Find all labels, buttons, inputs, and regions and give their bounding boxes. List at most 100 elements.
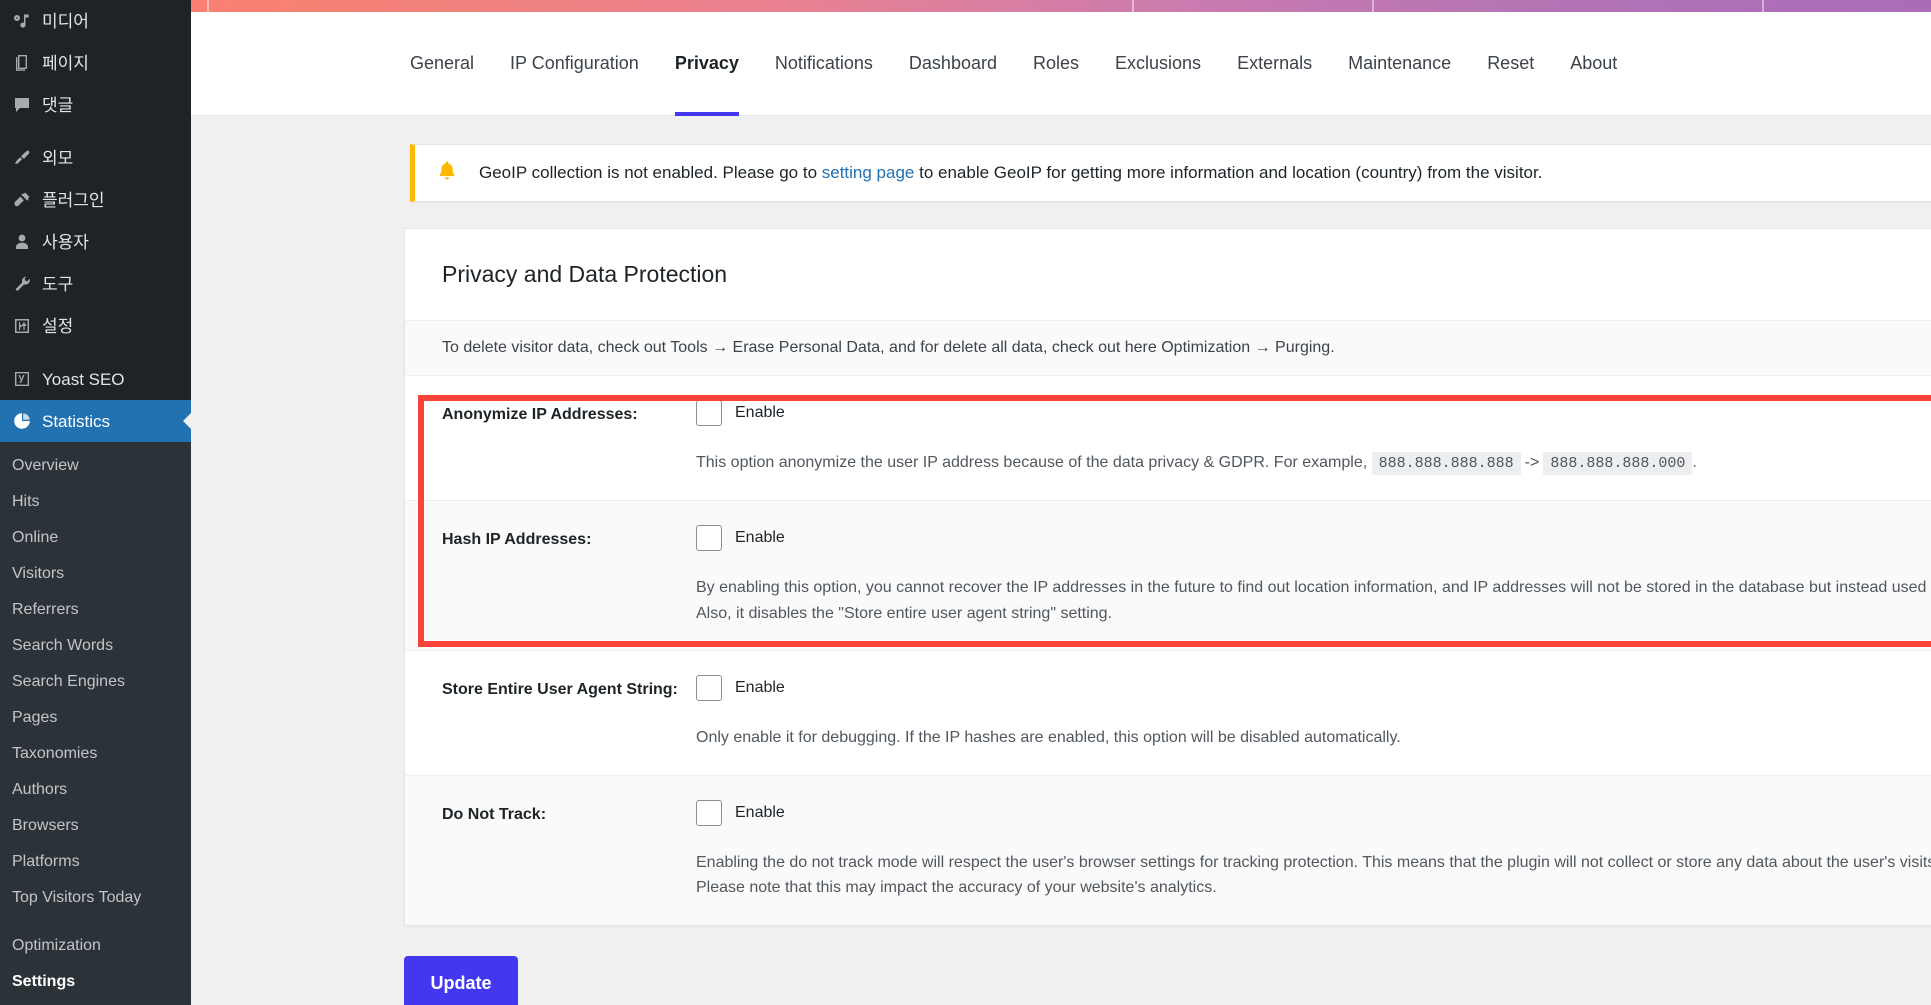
- setting-label: Hash IP Addresses:: [442, 531, 592, 548]
- sidebar-subitem-hits[interactable]: Hits: [0, 484, 191, 520]
- sidebar-subitem-top-visitors-today[interactable]: Top Visitors Today: [0, 880, 191, 916]
- settings-tabbar: General IP Configuration Privacy Notific…: [191, 12, 1931, 116]
- sidebar-item-label: 미디어: [42, 11, 89, 31]
- decorative-gradient-bar: [191, 0, 1931, 12]
- sidebar-item-settings[interactable]: 설정: [0, 305, 191, 347]
- sidebar-subitem-overview[interactable]: Overview: [0, 448, 191, 484]
- checkbox-line: Enable: [696, 398, 1931, 428]
- tab-externals[interactable]: Externals: [1237, 12, 1312, 116]
- example-ip-original: 888.888.888.888: [1371, 452, 1521, 475]
- tab-notifications[interactable]: Notifications: [775, 12, 873, 116]
- sidebar-subitem-browsers[interactable]: Browsers: [0, 808, 191, 844]
- setting-label: Store Entire User Agent String:: [442, 681, 678, 699]
- sidebar-item-statistics[interactable]: Statistics: [0, 400, 191, 442]
- sidebar-item-label: 설정: [42, 316, 74, 336]
- tab-ip-configuration[interactable]: IP Configuration: [510, 12, 639, 116]
- update-button[interactable]: Update: [404, 955, 518, 1005]
- setting-row-do-not-track: Do Not Track: Enable Enabling the do not…: [405, 775, 1931, 925]
- sidebar-subitem-referrers[interactable]: Referrers: [0, 592, 191, 628]
- setting-description: Only enable it for debugging. If the IP …: [696, 729, 1401, 747]
- tab-general[interactable]: General: [410, 12, 474, 116]
- notice-message: GeoIP collection is not enabled. Please …: [479, 163, 1542, 183]
- checkbox-line: Enable: [696, 673, 1931, 703]
- privacy-settings-panel: Privacy and Data Protection To delete vi…: [404, 228, 1931, 926]
- checkbox-label: Enable: [735, 679, 785, 697]
- sidebar-subitem-optimization[interactable]: Optimization: [0, 928, 191, 964]
- sidebar-subitem-pages[interactable]: Pages: [0, 700, 191, 736]
- sidebar-item-plugins[interactable]: 플러그인: [0, 179, 191, 221]
- tab-about[interactable]: About: [1570, 12, 1617, 116]
- example-arrow: ->: [1524, 454, 1540, 471]
- notice-text-before: GeoIP collection is not enabled. Please …: [479, 163, 822, 182]
- sidebar-item-label: 댓글: [42, 95, 74, 115]
- checkbox-line: Enable: [696, 523, 1931, 553]
- sidebar-subitem-search-engines[interactable]: Search Engines: [0, 664, 191, 700]
- tab-roles[interactable]: Roles: [1033, 12, 1079, 116]
- sidebar-item-tools[interactable]: 도구: [0, 263, 191, 305]
- plugins-icon: [12, 189, 42, 211]
- panel-note: To delete visitor data, check out Tools …: [405, 321, 1931, 376]
- checkbox-line: Enable: [696, 798, 1931, 828]
- gradient-divider: [207, 0, 209, 12]
- sidebar-item-label: 도구: [42, 274, 74, 294]
- sidebar-subitem-platforms[interactable]: Platforms: [0, 844, 191, 880]
- sidebar-item-media[interactable]: 미디어: [0, 0, 191, 42]
- tab-maintenance[interactable]: Maintenance: [1348, 12, 1451, 116]
- sidebar-subitem-settings[interactable]: Settings: [0, 964, 191, 1000]
- wordpress-admin-screen: 미디어 페이지 댓글 외모 플러그인 사용자 도구 설정 Yoast SEO S…: [0, 0, 1931, 1005]
- admin-sidebar: 미디어 페이지 댓글 외모 플러그인 사용자 도구 설정 Yoast SEO S…: [0, 0, 191, 1005]
- settings-icon: [12, 315, 42, 337]
- do-not-track-checkbox[interactable]: [696, 799, 722, 826]
- setting-description: This option anonymize the user IP addres…: [696, 450, 1931, 476]
- store-user-agent-checkbox[interactable]: [696, 675, 722, 702]
- desc-text-before: This option anonymize the user IP addres…: [696, 454, 1368, 471]
- update-area: Update: [191, 926, 1931, 1005]
- sidebar-divider: [0, 126, 191, 137]
- sidebar-subitem-authors[interactable]: Authors: [0, 772, 191, 808]
- tab-reset[interactable]: Reset: [1487, 12, 1534, 116]
- setting-body: Enable This option anonymize the user IP…: [696, 398, 1931, 476]
- sidebar-item-comments[interactable]: 댓글: [0, 84, 191, 126]
- sidebar-item-label: 플러그인: [42, 190, 105, 210]
- setting-body: Enable By enabling this option, you cann…: [696, 523, 1931, 626]
- submenu-divider: [0, 916, 191, 928]
- setting-label: Anonymize IP Addresses:: [442, 406, 638, 423]
- tab-privacy[interactable]: Privacy: [674, 12, 739, 116]
- checkbox-label: Enable: [735, 529, 785, 546]
- hash-ip-checkbox[interactable]: [696, 525, 722, 551]
- sidebar-subitem-search-words[interactable]: Search Words: [0, 628, 191, 664]
- setting-description: By enabling this option, you cannot reco…: [696, 579, 1931, 622]
- bell-icon: [437, 160, 457, 186]
- sidebar-item-label: 외모: [42, 148, 74, 168]
- sidebar-item-users[interactable]: 사용자: [0, 221, 191, 263]
- comments-icon: [12, 94, 42, 116]
- setting-description: Enabling the do not track mode will resp…: [696, 853, 1931, 897]
- sidebar-item-label: 페이지: [42, 53, 89, 73]
- setting-page-link[interactable]: setting page: [822, 163, 915, 182]
- appearance-icon: [12, 147, 42, 169]
- users-icon: [12, 231, 42, 253]
- panel-header: Privacy and Data Protection: [405, 229, 1931, 321]
- tab-exclusions[interactable]: Exclusions: [1115, 12, 1201, 116]
- anonymize-ip-checkbox[interactable]: [696, 400, 722, 426]
- sidebar-item-yoast-seo[interactable]: Yoast SEO: [0, 358, 191, 400]
- checkbox-label: Enable: [735, 404, 785, 421]
- tab-dashboard[interactable]: Dashboard: [909, 12, 997, 116]
- sidebar-subitem-visitors[interactable]: Visitors: [0, 556, 191, 592]
- sidebar-item-appearance[interactable]: 외모: [0, 137, 191, 179]
- statistics-submenu: Overview Hits Online Visitors Referrers …: [0, 442, 191, 1005]
- example-ip-anonymized: 888.888.888.000: [1543, 452, 1693, 475]
- sidebar-subitem-add-ons[interactable]: Add-Ons: [0, 1000, 191, 1005]
- sidebar-subitem-online[interactable]: Online: [0, 520, 191, 556]
- notice-area: GeoIP collection is not enabled. Please …: [191, 116, 1931, 202]
- sidebar-item-pages[interactable]: 페이지: [0, 42, 191, 84]
- notice-text-after: to enable GeoIP for getting more informa…: [914, 163, 1543, 182]
- sidebar-item-label: 사용자: [42, 232, 89, 252]
- media-icon: [12, 10, 42, 32]
- setting-label: Do Not Track:: [442, 805, 547, 823]
- sidebar-item-label: Yoast SEO: [42, 369, 125, 389]
- statistics-pie-icon: [12, 410, 42, 432]
- setting-body: Enable Only enable it for debugging. If …: [696, 673, 1931, 751]
- sidebar-subitem-taxonomies[interactable]: Taxonomies: [0, 736, 191, 772]
- sidebar-divider: [0, 347, 191, 358]
